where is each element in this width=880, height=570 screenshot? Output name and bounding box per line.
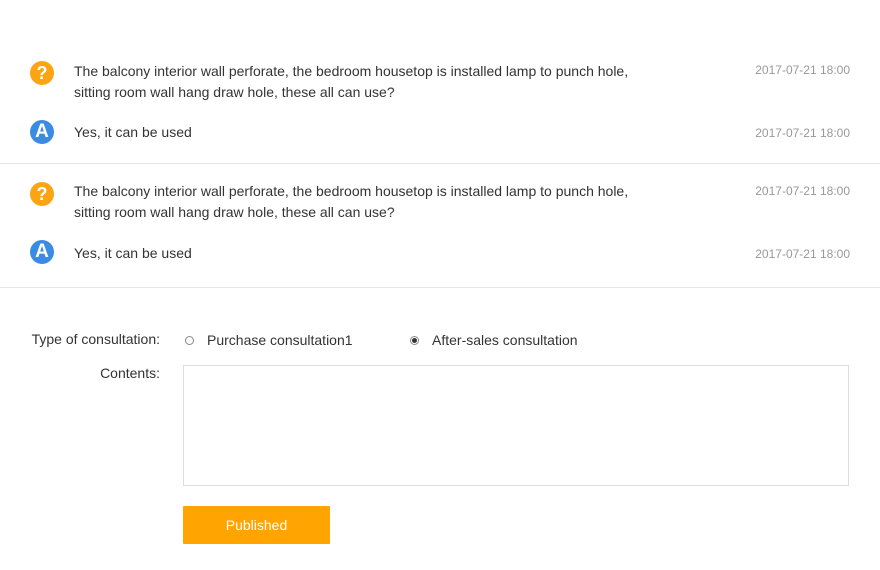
question-text-line1: The balcony interior wall perforate, the… xyxy=(74,63,629,79)
question-icon: ? xyxy=(30,182,54,206)
question-icon: ? xyxy=(30,61,54,85)
question-time: 2017-07-21 18:00 xyxy=(755,63,850,77)
radio-after-sales-label[interactable]: After-sales consultation xyxy=(432,332,578,348)
consultation-type-label: Type of consultation: xyxy=(31,331,160,347)
answer-time: 2017-07-21 18:00 xyxy=(755,126,850,140)
answer-icon: A xyxy=(30,240,54,264)
answer-time: 2017-07-21 18:00 xyxy=(755,247,850,261)
question-text: The balcony interior wall perforate, the… xyxy=(74,181,674,223)
answer-text: Yes, it can be used xyxy=(74,124,192,140)
answer-icon: A xyxy=(30,120,54,144)
contents-textarea[interactable] xyxy=(183,365,849,486)
radio-after-sales-consultation[interactable]: After-sales consultation xyxy=(410,332,578,348)
radio-purchase-circle[interactable] xyxy=(185,335,194,345)
divider xyxy=(0,287,880,288)
question-time: 2017-07-21 18:00 xyxy=(755,184,850,198)
radio-after-sales-circle[interactable] xyxy=(410,335,419,345)
question-text: The balcony interior wall perforate, the… xyxy=(74,61,674,103)
question-text-line1: The balcony interior wall perforate, the… xyxy=(74,183,629,199)
question-text-line2: sitting room wall hang draw hole, these … xyxy=(74,204,395,220)
divider xyxy=(0,163,880,164)
publish-button[interactable]: Published xyxy=(183,506,330,544)
answer-text: Yes, it can be used xyxy=(74,245,192,261)
radio-purchase-label[interactable]: Purchase consultation1 xyxy=(207,332,353,348)
radio-purchase-consultation[interactable]: Purchase consultation1 xyxy=(185,332,353,348)
contents-label: Contents: xyxy=(100,365,160,381)
question-text-line2: sitting room wall hang draw hole, these … xyxy=(74,84,395,100)
